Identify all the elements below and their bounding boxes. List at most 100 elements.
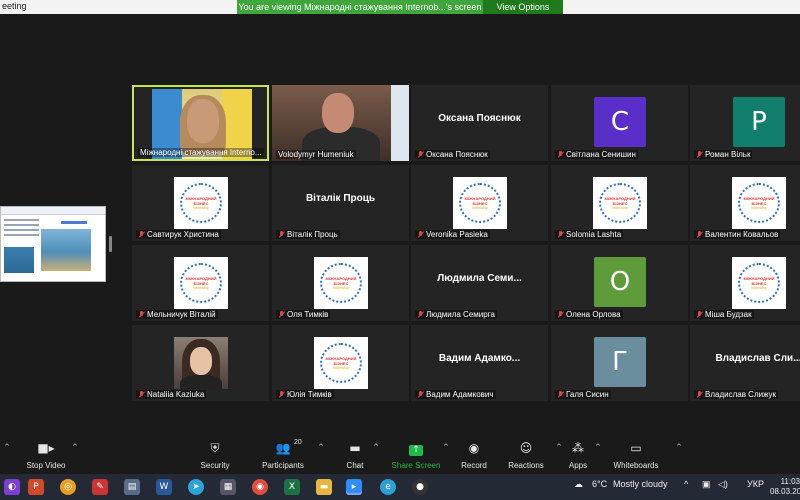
save-disk-icon[interactable]: ▤ [124,479,140,495]
participant-tile[interactable]: МІЖНАРОДНИЙ БІЗНЕС Internship Валентин Кова… [690,165,800,241]
weather-icon[interactable]: ☁ [574,479,583,490]
edge-icon[interactable]: e [380,479,396,495]
viewing-banner-text: You are viewing Міжнародні стажування In… [238,2,482,12]
participant-name-label: Галя Сисин [555,390,611,399]
participant-name-label: Віталік Проць [276,230,340,239]
internship-logo: МІЖНАРОДНИЙ БІЗНЕС Internship [314,337,368,389]
participant-tile[interactable]: МІЖНАРОДНИЙ БІЗНЕС Internship Міша Будзак [690,245,800,321]
participant-name-label: Мельничук Віталій [136,310,218,319]
internship-logo: МІЖНАРОДНИЙ БІЗНЕС Internship [732,177,786,229]
clock[interactable]: 11:03 08.03.20 [770,477,800,497]
participant-tile[interactable]: C Світлана Сенишин [551,85,688,161]
pdf-icon[interactable]: ✎ [92,479,108,495]
microphone-muted-icon [696,390,703,399]
participant-name-label: Міжнародні стажування Interno... [138,148,264,157]
participant-display-name: Оксана Пояснюк [438,113,521,124]
participant-tile[interactable]: Людмила Семи... Людмила Семирга [411,245,548,321]
excel-icon[interactable]: X [284,479,300,495]
avatar: P [733,97,785,147]
obs-icon[interactable]: ● [412,479,428,495]
participants-button[interactable]: 👥 Participants [251,440,315,470]
stop-video-button[interactable]: ■▸ Stop Video [14,440,78,470]
telegram-icon[interactable]: ➤ [188,479,204,495]
view-options-button[interactable]: View Options [483,0,563,14]
participant-tile[interactable]: Владислав Сли... Владислав Слижук [690,325,800,401]
show-hidden-icons[interactable]: ^ [684,479,688,489]
word-icon[interactable]: W [156,479,172,495]
chrome-icon[interactable]: ◉ [252,479,268,495]
weather-description[interactable]: Mostly cloudy [613,479,668,489]
participant-display-name: Віталік Проць [305,193,376,204]
microphone-muted-icon [557,310,564,319]
participant-tile[interactable]: МІЖНАРОДНИЙ БІЗНЕС Internship Оля Тимків [272,245,409,321]
apps-options-caret[interactable]: ^ [595,443,601,451]
taskbar-app-icon[interactable]: ◐ [4,479,20,495]
file-explorer-icon[interactable]: ▬ [316,479,332,495]
microphone-muted-icon [557,390,564,399]
app-title: eeting [2,1,27,11]
participant-tile[interactable]: Оксана Пояснюк Оксана Пояснюк [411,85,548,161]
whiteboards-button[interactable]: ▭ Whiteboards [604,440,668,470]
thumbnail-caption [61,221,87,224]
participant-tile[interactable]: МІЖНАРОДНИЙ БІЗНЕС Internship Юлія Тимків [272,325,409,401]
microphone-muted-icon [557,230,564,239]
browser-icon[interactable]: ◎ [60,479,76,495]
calculator-icon[interactable]: ▦ [220,479,236,495]
powerpoint-icon[interactable]: P [28,479,44,495]
clock-time: 11:03 [780,477,800,486]
participant-tile[interactable]: Міжнародні стажування Interno... [132,85,269,161]
participant-name-label: Владислав Слижук [694,390,779,399]
share-screen-button[interactable]: ↑ Share Screen [384,440,448,470]
participant-tile[interactable]: P Роман Вільк [690,85,800,161]
participant-tile[interactable]: МІЖНАРОДНИЙ БІЗНЕС Internship Савтирук Хрис… [132,165,269,241]
zoom-icon[interactable]: ▸ [346,479,362,495]
network-icon[interactable]: ▣ [702,479,711,490]
participant-tile[interactable]: Volodymyr Humeniuk [272,85,409,161]
participant-tile[interactable]: МІЖНАРОДНИЙ БІЗНЕС Internship Мельничук Віт… [132,245,269,321]
participant-tile[interactable]: Г Галя Сисин [551,325,688,401]
thumbnail-image [41,229,91,271]
participant-name: Мельничук Віталій [147,310,216,319]
participant-name-label: Валентин Ковальов [694,230,781,239]
participant-name: Вадим Адамкович [426,390,494,399]
participant-name: Міжнародні стажування Interno... [140,148,262,157]
audio-options-caret[interactable]: ^ [4,443,10,451]
security-button[interactable]: ⛨ Security [183,440,247,470]
participant-tile[interactable]: Віталік Проць Віталік Проць [272,165,409,241]
microphone-muted-icon [696,310,703,319]
internship-logo: МІЖНАРОДНИЙ БІЗНЕС Internship [732,257,786,309]
participant-tile[interactable]: Вадим Адамко... Вадим Адамкович [411,325,548,401]
video-options-caret[interactable]: ^ [72,443,78,451]
participant-name: Валентин Ковальов [705,230,779,239]
weather-temperature[interactable]: 6°C [592,479,607,489]
microphone-muted-icon [417,150,424,159]
participant-tile[interactable]: МІЖНАРОДНИЙ БІЗНЕС Internship Solomia Lasht… [551,165,688,241]
participant-tile[interactable]: МІЖНАРОДНИЙ БІЗНЕС Internship Veronika Pasi… [411,165,548,241]
participants-count: 20 [294,439,302,446]
microphone-muted-icon [138,310,145,319]
shared-screen-thumbnail[interactable] [0,206,106,282]
whiteboards-options-caret[interactable]: ^ [676,443,682,451]
resize-handle[interactable] [109,236,112,252]
participant-display-name: Владислав Сли... [715,353,800,364]
participant-name-label: Олена Орлова [555,310,623,319]
chat-options-caret[interactable]: ^ [373,443,379,451]
volume-icon[interactable]: ◁) [718,479,728,490]
participant-tile[interactable]: Nataliia Kaziuka [132,325,269,401]
participant-name-label: Veronika Pasieka [415,230,490,239]
participant-name-label: Світлана Сенишин [555,150,638,159]
participant-name: Volodymyr Humeniuk [278,150,354,159]
participant-tile[interactable]: O Олена Орлова [551,245,688,321]
participant-name: Людмила Семирга [426,310,495,319]
participant-name-label: Nataliia Kaziuka [136,390,207,399]
internship-logo: МІЖНАРОДНИЙ БІЗНЕС Internship [314,257,368,309]
thumbnail-image-secondary [4,247,34,273]
language-indicator[interactable]: УКР [747,479,764,489]
participant-name: Савтирук Христина [147,230,219,239]
windows-taskbar: ◐ P ◎ ✎ ▤ W ➤ ▦ ◉ X ▬ ▸ e ● ☁ 6°C Mostly… [0,474,800,500]
window-title-bar: eeting You are viewing Міжнародні стажув… [0,0,800,14]
microphone-muted-icon [696,230,703,239]
microphone-muted-icon [278,310,285,319]
microphone-muted-icon [417,230,424,239]
participant-name: Оксана Пояснюк [426,150,488,159]
